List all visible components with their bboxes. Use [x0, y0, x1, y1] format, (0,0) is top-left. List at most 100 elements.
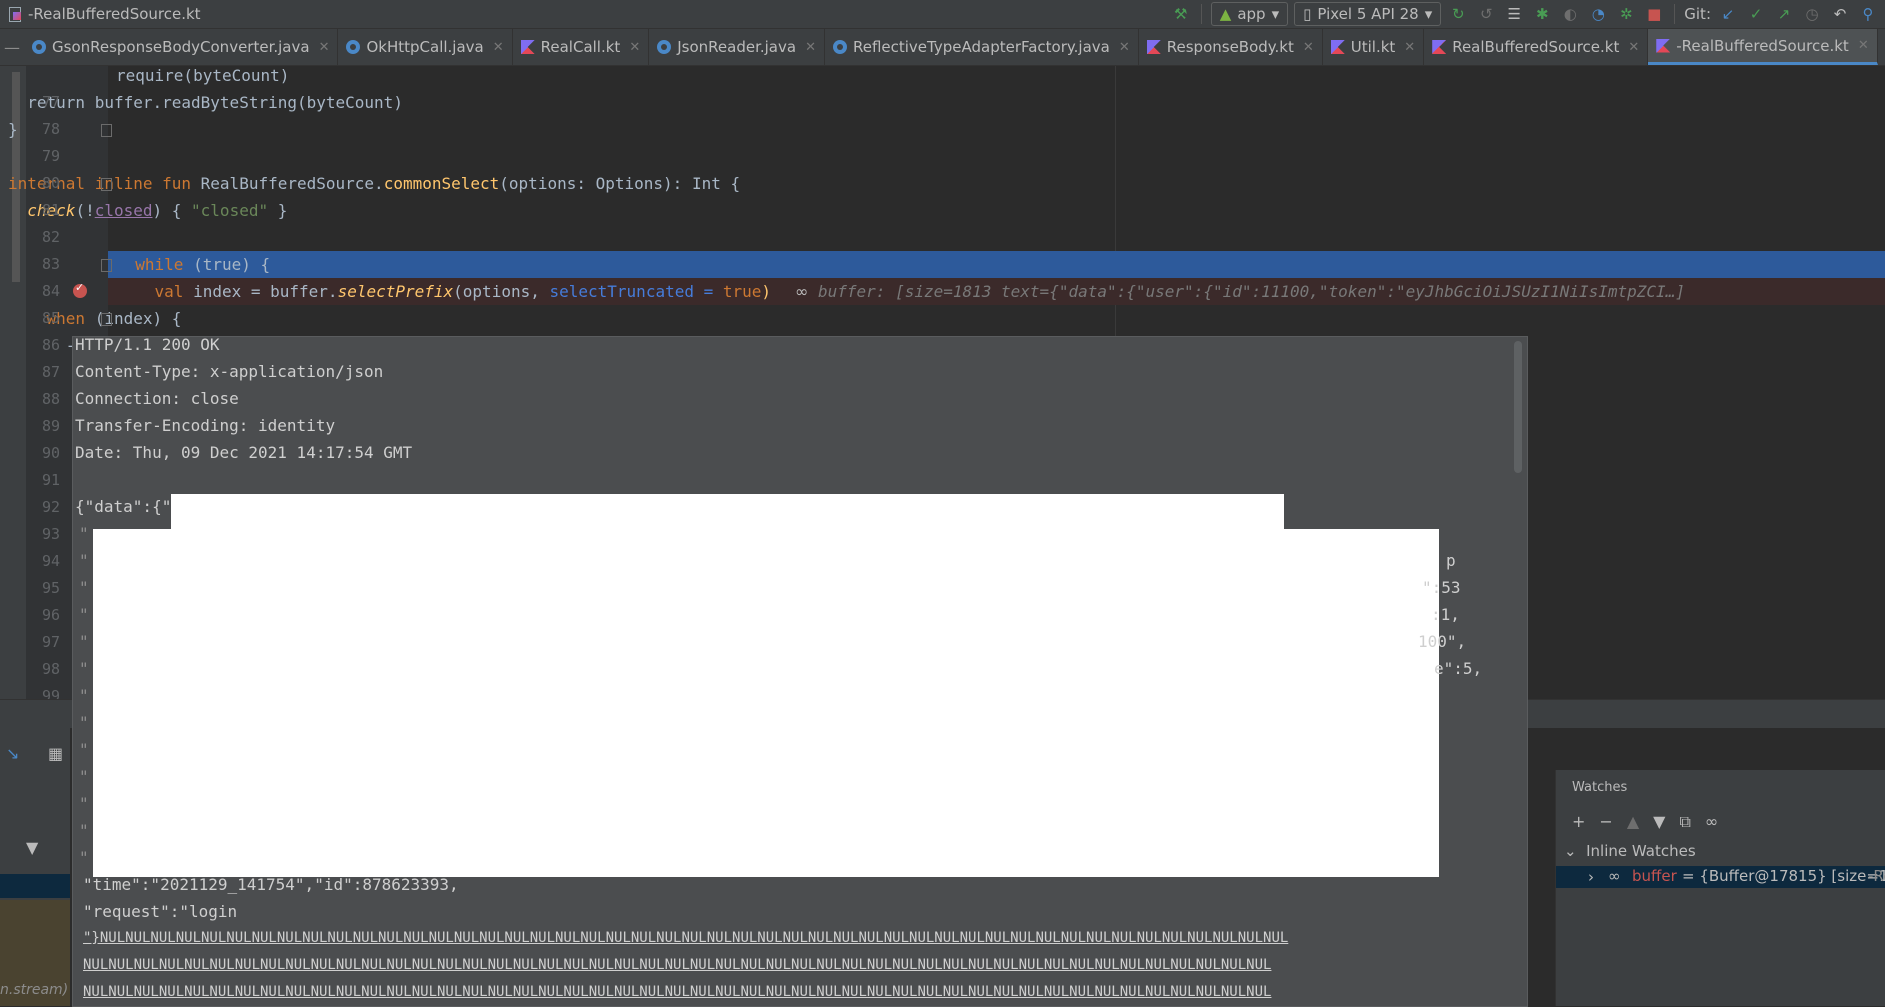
fold-marker-icon[interactable] — [101, 178, 112, 191]
fold-marker-icon[interactable] — [101, 124, 112, 137]
tab-2[interactable]: RealCall.kt ✕ — [513, 29, 650, 65]
kotlin-class-icon — [1146, 40, 1161, 54]
tab-6[interactable]: Util.kt ✕ — [1323, 29, 1425, 65]
search-everywhere-icon[interactable]: ⚲ — [1857, 3, 1879, 25]
line-number: 98 — [41, 660, 60, 678]
tab-3[interactable]: JsonReader.java ✕ — [649, 29, 825, 65]
fold-marker-icon[interactable] — [101, 259, 112, 272]
tab-label: RealBufferedSource.kt — [1452, 38, 1620, 56]
close-tab-icon[interactable]: ✕ — [805, 40, 816, 55]
code-line: while (true) { — [108, 251, 1885, 278]
tab-list-collapse-icon[interactable]: — — [0, 29, 24, 65]
line-number: 83 — [41, 255, 60, 273]
inline-watch-icon[interactable]: ∞ — [1705, 812, 1718, 832]
watches-title: Watches — [1572, 780, 1628, 795]
close-tab-icon[interactable]: ✕ — [1628, 40, 1639, 55]
editor-tab-bar: — GsonResponseBodyConverter.java ✕ OkHttpC… — [0, 29, 1885, 66]
close-tab-icon[interactable]: ✕ — [493, 40, 504, 55]
header-line: Transfer-Encoding: identity — [75, 416, 336, 435]
coverage-icon[interactable]: ◐ — [1559, 3, 1581, 25]
move-up-icon[interactable]: ▲ — [1627, 812, 1639, 832]
tab-label: ReflectiveTypeAdapterFactory.java — [852, 38, 1110, 56]
right-fragment: p — [1446, 551, 1456, 570]
code-token: while — [116, 255, 194, 274]
tab-1[interactable]: OkHttpCall.java ✕ — [338, 29, 513, 65]
git-commit-icon[interactable]: ✓ — [1745, 3, 1767, 25]
wrap-quote-mark: " — [79, 794, 89, 813]
tab-0[interactable]: GsonResponseBodyConverter.java ✕ — [24, 29, 339, 65]
line-number: 78 — [41, 120, 60, 138]
remove-watch-icon[interactable]: − — [1599, 812, 1612, 832]
breakpoint-icon[interactable] — [73, 281, 87, 298]
step-into-icon[interactable]: ↘ — [6, 744, 19, 763]
run-config-select[interactable]: ▲ app ▾ — [1210, 2, 1289, 26]
git-update-icon[interactable]: ↙ — [1717, 3, 1739, 25]
fold-marker-icon[interactable] — [101, 313, 112, 326]
close-tab-icon[interactable]: ✕ — [1303, 40, 1314, 55]
close-tab-icon[interactable]: ✕ — [629, 40, 640, 55]
watch-item-buffer[interactable]: › ∞ buffer = {Buffer@17815} [size=1 -Re — [1556, 866, 1885, 888]
line-number: 80 — [41, 174, 60, 192]
code-token: ) { — [152, 201, 192, 220]
inline-watches-node[interactable]: ⌄ Inline Watches — [1564, 842, 1696, 860]
line-number: 79 — [41, 147, 60, 165]
move-down-icon[interactable]: ▼ — [1653, 812, 1665, 832]
close-tab-icon[interactable]: ✕ — [1404, 40, 1415, 55]
tab-8[interactable]: -RealBufferedSource.kt ✕ — [1648, 29, 1878, 65]
duplicate-watch-icon[interactable]: ⧉ — [1679, 812, 1690, 832]
tab-4[interactable]: ReflectiveTypeAdapterFactory.java ✕ — [825, 29, 1139, 65]
tab-label: -RealBufferedSource.kt — [1676, 36, 1849, 55]
frame-selected-row[interactable] — [0, 874, 70, 898]
code-line-76: require(byteCount) — [116, 66, 290, 85]
attach-debugger-icon[interactable]: ✲ — [1615, 3, 1637, 25]
project-tool-strip — [0, 66, 26, 699]
code-text: while (true) { — [116, 251, 270, 278]
kotlin-class-icon — [520, 40, 535, 54]
code-line: internal inline fun RealBufferedSource.c… — [0, 170, 1885, 197]
line-number: 77 — [41, 93, 60, 111]
line-number: 95 — [41, 579, 60, 597]
tab-5[interactable]: ResponseBody.kt ✕ — [1139, 29, 1323, 65]
close-tab-icon[interactable]: ✕ — [1119, 40, 1130, 55]
stop-icon[interactable]: ■ — [1643, 3, 1665, 25]
chevron-down-icon: ⌄ — [1564, 842, 1577, 860]
git-push-icon[interactable]: ↗ — [1773, 3, 1795, 25]
code-line: when (index) { — [0, 305, 1885, 332]
device-select[interactable]: ▯ Pixel 5 API 28 ▾ — [1294, 2, 1442, 26]
add-watch-icon[interactable]: + — [1572, 812, 1585, 832]
filter-icon[interactable]: ▼ — [26, 838, 38, 857]
profile-icon[interactable]: ◔ — [1587, 3, 1609, 25]
wrap-quote-mark: " — [79, 740, 89, 759]
logcat-icon[interactable]: ☰ — [1503, 3, 1525, 25]
debug-icon[interactable]: ✱ — [1531, 3, 1553, 25]
header-line: Content-Type: x-application/json — [75, 362, 384, 381]
value-popup[interactable]: HTTP/1.1 200 OK Content-Type: x-applicati… — [72, 336, 1528, 1007]
code-token: (! — [75, 201, 95, 220]
tab-7[interactable]: RealBufferedSource.kt ✕ — [1424, 29, 1649, 65]
header-line: HTTP/1.1 200 OK — [75, 336, 220, 354]
wrap-quote-mark: " — [79, 578, 89, 597]
apply-code-changes-icon[interactable]: ↺ — [1475, 3, 1497, 25]
inline-watch-icon: ∞ — [1608, 867, 1621, 885]
code-line: } — [0, 116, 1885, 143]
header-line: Date: Thu, 09 Dec 2021 14:17:54 GMT — [75, 443, 413, 462]
close-tab-icon[interactable]: ✕ — [319, 40, 330, 55]
popup-scrollbar[interactable] — [1514, 341, 1522, 473]
git-history-icon[interactable]: ◷ — [1801, 3, 1823, 25]
android-icon: ▲ — [1219, 5, 1232, 23]
line-number: 91 — [41, 471, 60, 489]
code-token: return buffer.readByteString(byteCount) — [8, 93, 403, 112]
chevron-right-icon[interactable]: › — [1588, 868, 1594, 886]
close-tab-icon[interactable]: ✕ — [1858, 38, 1869, 53]
apply-changes-icon[interactable]: ↻ — [1447, 3, 1469, 25]
git-rollback-icon[interactable]: ↶ — [1829, 3, 1851, 25]
java-class-icon — [832, 40, 847, 54]
code-text: val index = buffer.selectPrefix(options,… — [116, 278, 772, 305]
git-label: Git: — [1684, 5, 1711, 23]
build-hammer-icon[interactable]: ⚒ — [1170, 3, 1192, 25]
wrap-quote-mark: " — [79, 551, 89, 570]
watches-panel: Watches + − ▲ ▼ ⧉ ∞ ⌄ Inline Watches › ∞… — [1555, 770, 1885, 1006]
window-title: -RealBufferedSource.kt — [8, 5, 201, 23]
table-view-icon[interactable]: ▦ — [48, 744, 63, 763]
tab-label: ResponseBody.kt — [1166, 38, 1294, 56]
